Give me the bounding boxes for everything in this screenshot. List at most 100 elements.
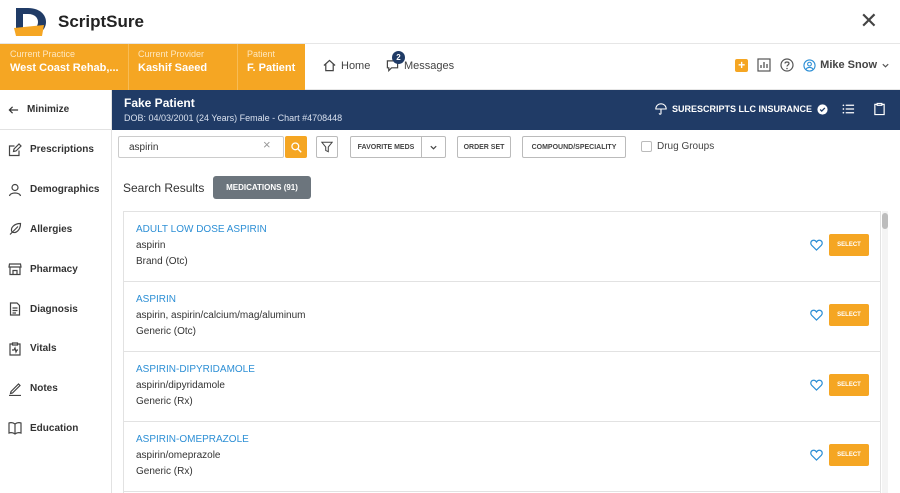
medication-type: Generic (Rx) xyxy=(136,396,193,407)
sidebar-item-pharmacy[interactable]: Pharmacy xyxy=(0,249,111,289)
close-icon[interactable]: ✕ xyxy=(860,10,878,32)
insurance-status[interactable]: SURESCRIPTS LLC INSURANCE xyxy=(655,103,828,115)
patient-value: F. Patient xyxy=(247,62,296,74)
divider xyxy=(128,44,129,90)
search-results-title: Search Results xyxy=(123,181,205,195)
user-menu[interactable]: Mike Snow xyxy=(803,58,890,72)
search-input[interactable]: aspirin xyxy=(118,136,284,158)
filter-button[interactable] xyxy=(316,136,338,158)
add-icon[interactable]: + xyxy=(735,58,749,72)
order-set-button[interactable]: ORDER SET xyxy=(457,136,511,158)
check-circle-icon xyxy=(817,103,828,115)
sidebar-item-label: Allergies xyxy=(30,223,73,235)
sidebar-item-notes[interactable]: Notes xyxy=(0,369,111,409)
favorite-meds-dropdown[interactable] xyxy=(421,136,446,158)
search-button[interactable] xyxy=(285,136,307,158)
minimize-button[interactable]: Minimize xyxy=(0,90,111,130)
sidebar-item-demographics[interactable]: Demographics xyxy=(0,170,111,210)
messages-label: Messages xyxy=(404,59,455,72)
medication-generic: aspirin/dipyridamole xyxy=(136,380,225,391)
header-tools: + Mike Snow xyxy=(735,58,890,72)
sidebar-item-allergies[interactable]: Allergies xyxy=(0,210,111,250)
clear-icon[interactable]: × xyxy=(263,138,271,152)
list-item: ADULT LOW DOSE ASPIRIN aspirin Brand (Ot… xyxy=(124,212,880,282)
current-patient[interactable]: Patient F. Patient xyxy=(247,49,295,74)
favorite-meds-button[interactable]: FAVORITE MEDS xyxy=(350,136,422,158)
list-item: ASPIRIN aspirin, aspirin/calcium/mag/alu… xyxy=(124,282,880,352)
user-name: Mike Snow xyxy=(820,59,877,71)
scriptsure-logo xyxy=(14,8,46,36)
clipboard-icon xyxy=(9,342,21,356)
scrollbar-thumb[interactable] xyxy=(882,213,888,229)
patient-tools xyxy=(842,102,886,116)
results-scrollbar[interactable] xyxy=(882,211,888,493)
home-link[interactable]: Home xyxy=(323,59,370,72)
insurance-label: SURESCRIPTS LLC INSURANCE xyxy=(672,104,813,114)
user-icon xyxy=(803,58,816,72)
select-button[interactable]: SELECT xyxy=(829,304,869,326)
drug-groups-label: Drug Groups xyxy=(657,141,715,152)
arrow-left-icon xyxy=(8,105,19,114)
practice-value: West Coast Rehab,... xyxy=(10,62,119,74)
help-icon[interactable] xyxy=(780,58,794,72)
sidebar-item-prescriptions[interactable]: Prescriptions xyxy=(0,130,111,170)
book-icon xyxy=(8,422,22,436)
clipboard-icon[interactable] xyxy=(873,102,886,116)
results-list: ADULT LOW DOSE ASPIRIN aspirin Brand (Ot… xyxy=(123,211,881,493)
sidebar-item-label: Demographics xyxy=(30,184,100,196)
pen-icon xyxy=(9,382,21,396)
select-button[interactable]: SELECT xyxy=(829,374,869,396)
home-icon xyxy=(323,59,336,72)
patient-details: DOB: 04/03/2001 (24 Years) Female - Char… xyxy=(124,113,343,123)
heart-icon[interactable] xyxy=(810,239,823,251)
heart-icon[interactable] xyxy=(810,379,823,391)
sidebar-item-label: Pharmacy xyxy=(30,263,78,275)
chevron-down-icon xyxy=(429,145,437,150)
medication-type: Brand (Otc) xyxy=(136,256,188,267)
edit-icon xyxy=(8,143,22,156)
document-icon xyxy=(9,302,21,316)
app-name: ScriptSure xyxy=(58,12,144,31)
app-window: ScriptSure ✕ Current Practice West Coast… xyxy=(0,0,900,493)
search-icon xyxy=(290,141,302,153)
medication-name-link[interactable]: ASPIRIN xyxy=(136,294,176,305)
messages-badge: 2 xyxy=(392,51,405,64)
select-button[interactable]: SELECT xyxy=(829,234,869,256)
sidebar-item-label: Prescriptions xyxy=(30,144,94,156)
store-icon xyxy=(8,263,22,276)
context-panel: Current Practice West Coast Rehab,... Cu… xyxy=(0,44,305,90)
patient-name: Fake Patient xyxy=(124,96,195,110)
chart-icon[interactable] xyxy=(757,58,771,72)
feather-icon xyxy=(9,223,22,236)
sidebar-item-label: Diagnosis xyxy=(30,303,78,315)
sidebar: Minimize Prescriptions Demographics Alle… xyxy=(0,90,112,493)
provider-label: Current Provider xyxy=(138,49,205,59)
sidebar-item-education[interactable]: Education xyxy=(0,409,111,449)
medication-generic: aspirin/omeprazole xyxy=(136,450,221,461)
sidebar-item-label: Notes xyxy=(30,383,58,395)
list-item: ASPIRIN-DIPYRIDAMOLE aspirin/dipyridamol… xyxy=(124,352,880,422)
medication-name-link[interactable]: ASPIRIN-DIPYRIDAMOLE xyxy=(136,364,255,375)
sidebar-item-diagnosis[interactable]: Diagnosis xyxy=(0,289,111,329)
compound-speciality-button[interactable]: COMPOUND/SPECIALITY xyxy=(522,136,626,158)
current-provider[interactable]: Current Provider Kashif Saeed xyxy=(138,49,207,74)
current-practice[interactable]: Current Practice West Coast Rehab,... xyxy=(10,49,119,74)
umbrella-icon xyxy=(655,103,667,115)
heart-icon[interactable] xyxy=(810,449,823,461)
medication-type: Generic (Rx) xyxy=(136,466,193,477)
person-icon xyxy=(8,183,22,196)
heart-icon[interactable] xyxy=(810,309,823,321)
sidebar-item-vitals[interactable]: Vitals xyxy=(0,329,111,369)
select-button[interactable]: SELECT xyxy=(829,444,869,466)
list-icon[interactable] xyxy=(842,102,855,116)
drug-groups-checkbox[interactable] xyxy=(641,141,652,152)
main-content: aspirin × FAVORITE MEDS ORDER SET COMPOU… xyxy=(112,130,900,493)
top-header: ScriptSure ✕ xyxy=(0,0,900,44)
tab-medications[interactable]: MEDICATIONS (91) xyxy=(213,176,311,199)
medication-name-link[interactable]: ASPIRIN-OMEPRAZOLE xyxy=(136,434,249,445)
filter-icon xyxy=(321,141,333,153)
medication-name-link[interactable]: ADULT LOW DOSE ASPIRIN xyxy=(136,224,267,235)
list-item: ASPIRIN-OMEPRAZOLE aspirin/omeprazole Ge… xyxy=(124,422,880,492)
patient-label: Patient xyxy=(247,49,276,59)
medication-generic: aspirin, aspirin/calcium/mag/aluminum xyxy=(136,310,306,321)
